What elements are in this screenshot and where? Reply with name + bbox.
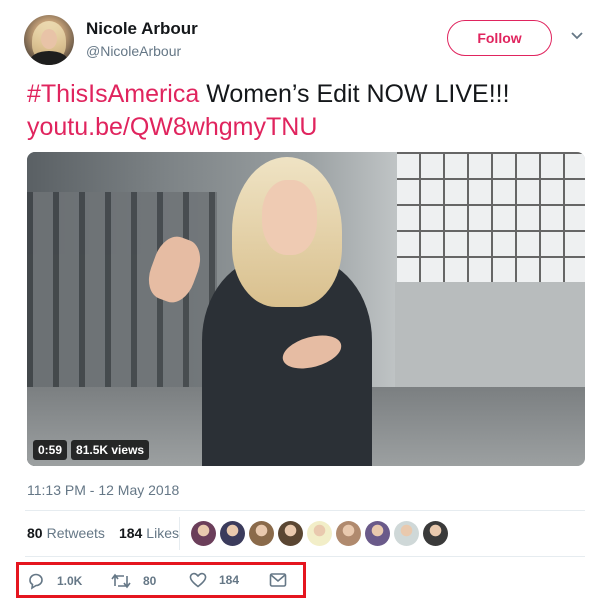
- avatar-face: [41, 29, 57, 49]
- liker-avatar[interactable]: [336, 521, 361, 546]
- tweet-timestamp[interactable]: 11:13 PM - 12 May 2018: [27, 482, 179, 498]
- hashtag-link[interactable]: #ThisIsAmerica: [27, 80, 199, 108]
- youtube-link[interactable]: youtu.be/QW8whgmyTNU: [27, 113, 317, 141]
- reply-icon: [29, 573, 43, 590]
- retweet-icon: [111, 573, 131, 589]
- divider: [25, 510, 585, 511]
- tweet-text: #ThisIsAmerica Women’s Edit NOW LIVE!!! …: [27, 78, 587, 144]
- liker-avatar[interactable]: [423, 521, 448, 546]
- user-name[interactable]: Nicole Arbour: [86, 19, 198, 39]
- follow-button[interactable]: Follow: [447, 20, 552, 56]
- mail-icon: [269, 573, 287, 587]
- liker-avatar[interactable]: [220, 521, 245, 546]
- video-person-face: [262, 180, 317, 255]
- avatar-shirt: [30, 51, 68, 65]
- likers-list: [191, 521, 448, 546]
- retweet-button[interactable]: 80: [111, 572, 156, 590]
- retweet-count: 80: [143, 574, 157, 588]
- retweets-stat[interactable]: 80 Retweets: [27, 525, 105, 541]
- video-views: 81.5K views: [71, 440, 150, 460]
- video-player[interactable]: 0:59 81.5K views: [27, 152, 585, 466]
- video-duration: 0:59: [33, 440, 68, 460]
- divider: [25, 556, 585, 557]
- video-wall: [395, 282, 585, 392]
- liker-avatar[interactable]: [394, 521, 419, 546]
- tweet-stats: 80 Retweets 184 Likes: [27, 525, 193, 541]
- stats-separator: [179, 517, 180, 550]
- avatar[interactable]: [24, 15, 74, 65]
- user-handle[interactable]: @NicoleArbour: [86, 43, 181, 59]
- like-count: 184: [219, 573, 240, 587]
- like-button[interactable]: 184: [189, 572, 239, 588]
- video-badges: 0:59 81.5K views: [33, 440, 150, 460]
- liker-avatar[interactable]: [278, 521, 303, 546]
- tweet-header: Nicole Arbour @NicoleArbour Follow: [24, 14, 592, 65]
- video-window: [397, 152, 585, 282]
- liker-avatar[interactable]: [307, 521, 332, 546]
- liker-avatar[interactable]: [249, 521, 274, 546]
- heart-icon: [189, 572, 207, 588]
- liker-avatar[interactable]: [365, 521, 390, 546]
- reply-count: 1.0K: [57, 574, 83, 588]
- reply-button[interactable]: 1.0K: [27, 572, 82, 590]
- likes-stat[interactable]: 184 Likes: [119, 525, 179, 541]
- chevron-down-icon[interactable]: [570, 31, 584, 41]
- tweet-body: Women’s Edit NOW LIVE!!!: [199, 80, 510, 108]
- direct-message-button[interactable]: [269, 572, 299, 588]
- liker-avatar[interactable]: [191, 521, 216, 546]
- action-bar-highlight: 1.0K 80 184: [16, 562, 306, 598]
